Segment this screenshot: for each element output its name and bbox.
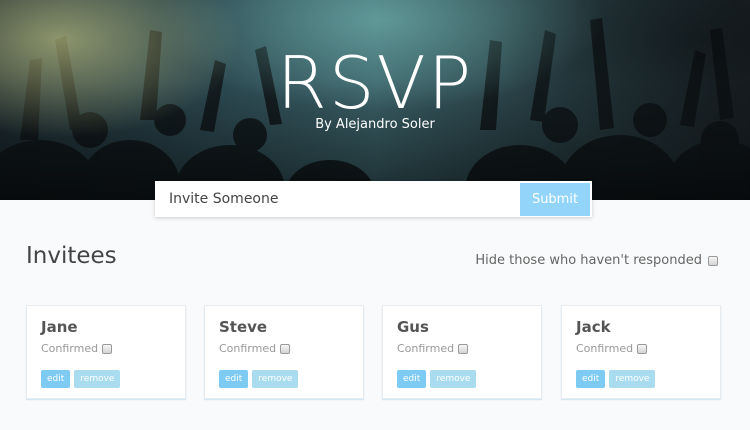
confirmed-label: Confirmed (41, 342, 99, 355)
confirmed-toggle[interactable]: Confirmed (576, 342, 648, 355)
invitee-card: Steve Confirmed edit remove (204, 305, 364, 399)
remove-button[interactable]: remove (609, 370, 656, 388)
card-actions: edit remove (397, 370, 480, 388)
hide-unresponded-checkbox[interactable] (708, 255, 718, 266)
hide-unresponded-filter[interactable]: Hide those who haven't responded (475, 253, 718, 268)
confirmed-toggle[interactable]: Confirmed (397, 342, 469, 355)
invitee-name: Jack (576, 318, 611, 336)
submit-button[interactable]: Submit (520, 182, 590, 216)
remove-button[interactable]: remove (74, 370, 121, 388)
hero-banner: RSVP By Alejandro Soler (0, 0, 750, 200)
invite-form: Submit (155, 181, 592, 217)
confirmed-checkbox[interactable] (458, 343, 469, 354)
confirmed-checkbox[interactable] (102, 343, 113, 354)
confirmed-checkbox[interactable] (280, 343, 291, 354)
invitees-heading: Invitees (26, 243, 117, 269)
confirmed-label: Confirmed (576, 342, 634, 355)
invitee-name: Steve (219, 318, 268, 336)
app-subtitle: By Alejandro Soler (315, 117, 435, 132)
remove-button[interactable]: remove (252, 370, 299, 388)
invitee-card: Jane Confirmed edit remove (26, 305, 186, 399)
invite-input[interactable] (155, 182, 520, 216)
remove-button[interactable]: remove (430, 370, 477, 388)
invitee-name: Gus (397, 318, 429, 336)
edit-button[interactable]: edit (219, 370, 249, 388)
card-actions: edit remove (219, 370, 302, 388)
card-actions: edit remove (576, 370, 659, 388)
edit-button[interactable]: edit (576, 370, 606, 388)
hide-unresponded-label: Hide those who haven't responded (475, 253, 702, 268)
invitee-card: Jack Confirmed edit remove (561, 305, 721, 399)
edit-button[interactable]: edit (41, 370, 71, 388)
confirmed-toggle[interactable]: Confirmed (219, 342, 291, 355)
confirmed-toggle[interactable]: Confirmed (41, 342, 113, 355)
edit-button[interactable]: edit (397, 370, 427, 388)
confirmed-label: Confirmed (397, 342, 455, 355)
invitee-name: Jane (41, 318, 78, 336)
confirmed-label: Confirmed (219, 342, 277, 355)
invitee-card: Gus Confirmed edit remove (382, 305, 542, 399)
confirmed-checkbox[interactable] (637, 343, 648, 354)
app-title: RSVP (276, 41, 474, 125)
card-actions: edit remove (41, 370, 124, 388)
